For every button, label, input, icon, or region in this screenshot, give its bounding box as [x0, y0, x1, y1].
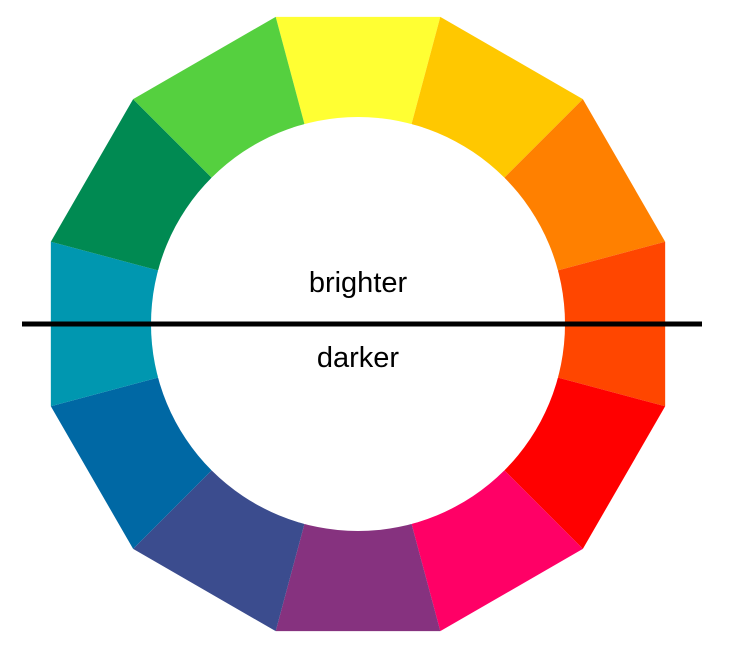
darker-label: darker: [316, 342, 400, 374]
brighter-label: brighter: [308, 267, 408, 299]
wheel-segment-yellow: [275, 16, 441, 125]
color-wheel: [22, 16, 702, 632]
wheel-segment-purple: [275, 523, 441, 632]
